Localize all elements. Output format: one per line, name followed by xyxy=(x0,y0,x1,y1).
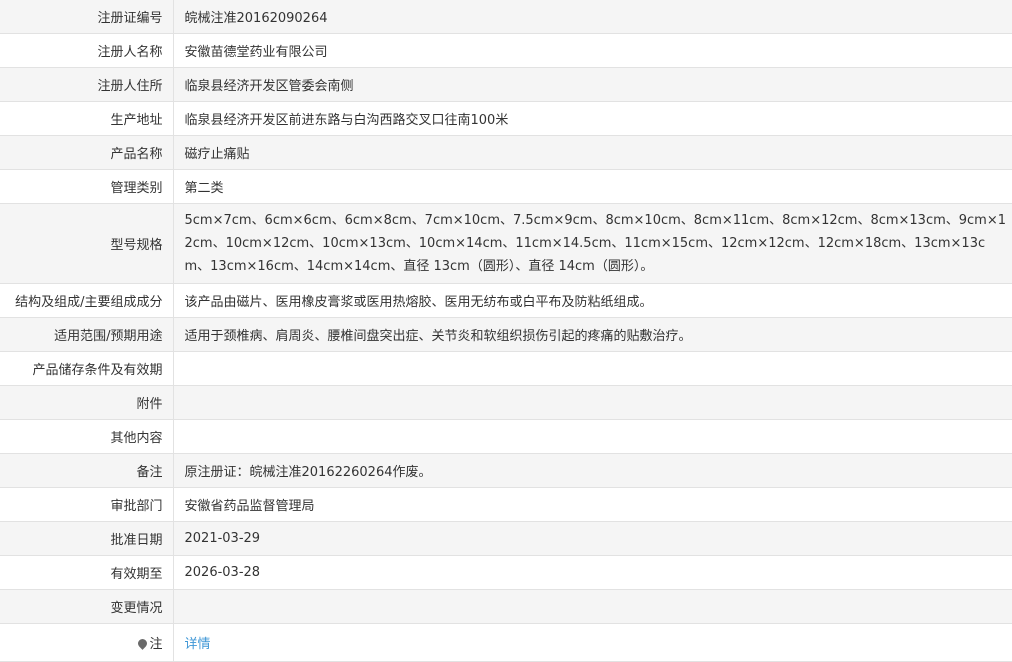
row-label: 注册人名称 xyxy=(0,33,174,68)
row-attachments: 附件 xyxy=(0,385,1012,420)
row-value: 临泉县经济开发区管委会南侧 xyxy=(184,79,354,94)
row-remarks: 备注 原注册证：皖械注准20162260264作废。 xyxy=(0,453,1012,488)
row-label: 管理类别 xyxy=(0,169,174,204)
row-value: 安徽省药品监督管理局 xyxy=(184,499,315,514)
row-registrant-name: 注册人名称 安徽苗德堂药业有限公司 xyxy=(0,33,1012,68)
row-valid-until: 有效期至 2026-03-28 xyxy=(0,555,1012,590)
row-label: 备注 xyxy=(0,453,174,488)
row-approval-date: 批准日期 2021-03-29 xyxy=(0,521,1012,556)
row-value xyxy=(173,352,1012,386)
row-value: 2021-03-29 xyxy=(184,531,261,546)
row-product-name: 产品名称 磁疗止痛贴 xyxy=(0,135,1012,170)
row-label: 变更情况 xyxy=(0,589,174,624)
row-label: 有效期至 xyxy=(0,555,174,590)
row-label: 其他内容 xyxy=(0,419,174,454)
row-value: 临泉县经济开发区前进东路与白沟西路交叉口往南100米 xyxy=(184,113,509,128)
note-label: 注 xyxy=(149,637,163,652)
map-pin-icon xyxy=(136,637,150,650)
row-label: 注册证编号 xyxy=(0,0,174,34)
row-storage-conditions: 产品储存条件及有效期 xyxy=(0,351,1012,386)
row-value: 适用于颈椎病、肩周炎、腰椎间盘突出症、关节炎和软组织损伤引起的疼痛的贴敷治疗。 xyxy=(184,329,692,344)
row-production-address: 生产地址 临泉县经济开发区前进东路与白沟西路交叉口往南100米 xyxy=(0,101,1012,136)
row-registration-number: 注册证编号 皖械注准20162090264 xyxy=(0,0,1012,34)
row-value: 第二类 xyxy=(184,181,224,196)
row-label: 适用范围/预期用途 xyxy=(0,317,174,352)
details-link[interactable]: 详情 xyxy=(185,637,211,652)
row-label: 结构及组成/主要组成成分 xyxy=(0,283,174,318)
row-value: 该产品由磁片、医用橡皮膏浆或医用热熔胶、医用无纺布或白平布及防粘纸组成。 xyxy=(184,295,653,310)
row-value: 原注册证：皖械注准20162260264作废。 xyxy=(184,465,432,480)
row-management-class: 管理类别 第二类 xyxy=(0,169,1012,204)
row-scope-intended-use: 适用范围/预期用途 适用于颈椎病、肩周炎、腰椎间盘突出症、关节炎和软组织损伤引起… xyxy=(0,317,1012,352)
row-value: 2026-03-28 xyxy=(184,565,261,580)
row-structure-composition: 结构及组成/主要组成成分 该产品由磁片、医用橡皮膏浆或医用热熔胶、医用无纺布或白… xyxy=(0,283,1012,318)
row-label: 产品储存条件及有效期 xyxy=(0,351,174,386)
row-approval-department: 审批部门 安徽省药品监督管理局 xyxy=(0,487,1012,522)
row-label: 审批部门 xyxy=(0,487,174,522)
row-value: 5cm×7cm、6cm×6cm、6cm×8cm、7cm×10cm、7.5cm×9… xyxy=(184,213,1007,274)
registration-detail-table: 注册证编号 皖械注准20162090264 注册人名称 安徽苗德堂药业有限公司 … xyxy=(0,0,1012,662)
row-value: 磁疗止痛贴 xyxy=(184,147,250,162)
row-label: 注册人住所 xyxy=(0,67,174,102)
row-other-content: 其他内容 xyxy=(0,419,1012,454)
row-label: 产品名称 xyxy=(0,135,174,170)
row-label: 批准日期 xyxy=(0,521,174,556)
row-label: 注 xyxy=(0,623,174,662)
row-note: 注 详情 xyxy=(0,623,1012,662)
row-registrant-address: 注册人住所 临泉县经济开发区管委会南侧 xyxy=(0,67,1012,102)
row-value: 皖械注准20162090264 xyxy=(184,11,328,26)
row-change-status: 变更情况 xyxy=(0,589,1012,624)
row-value: 安徽苗德堂药业有限公司 xyxy=(184,45,328,60)
row-value xyxy=(173,590,1012,624)
row-label: 型号规格 xyxy=(0,203,174,284)
row-value xyxy=(173,420,1012,454)
row-label: 生产地址 xyxy=(0,101,174,136)
row-label: 附件 xyxy=(0,385,174,420)
row-value xyxy=(173,386,1012,420)
row-value: 详情 xyxy=(173,624,1012,662)
row-model-specification: 型号规格 5cm×7cm、6cm×6cm、6cm×8cm、7cm×10cm、7.… xyxy=(0,203,1012,284)
